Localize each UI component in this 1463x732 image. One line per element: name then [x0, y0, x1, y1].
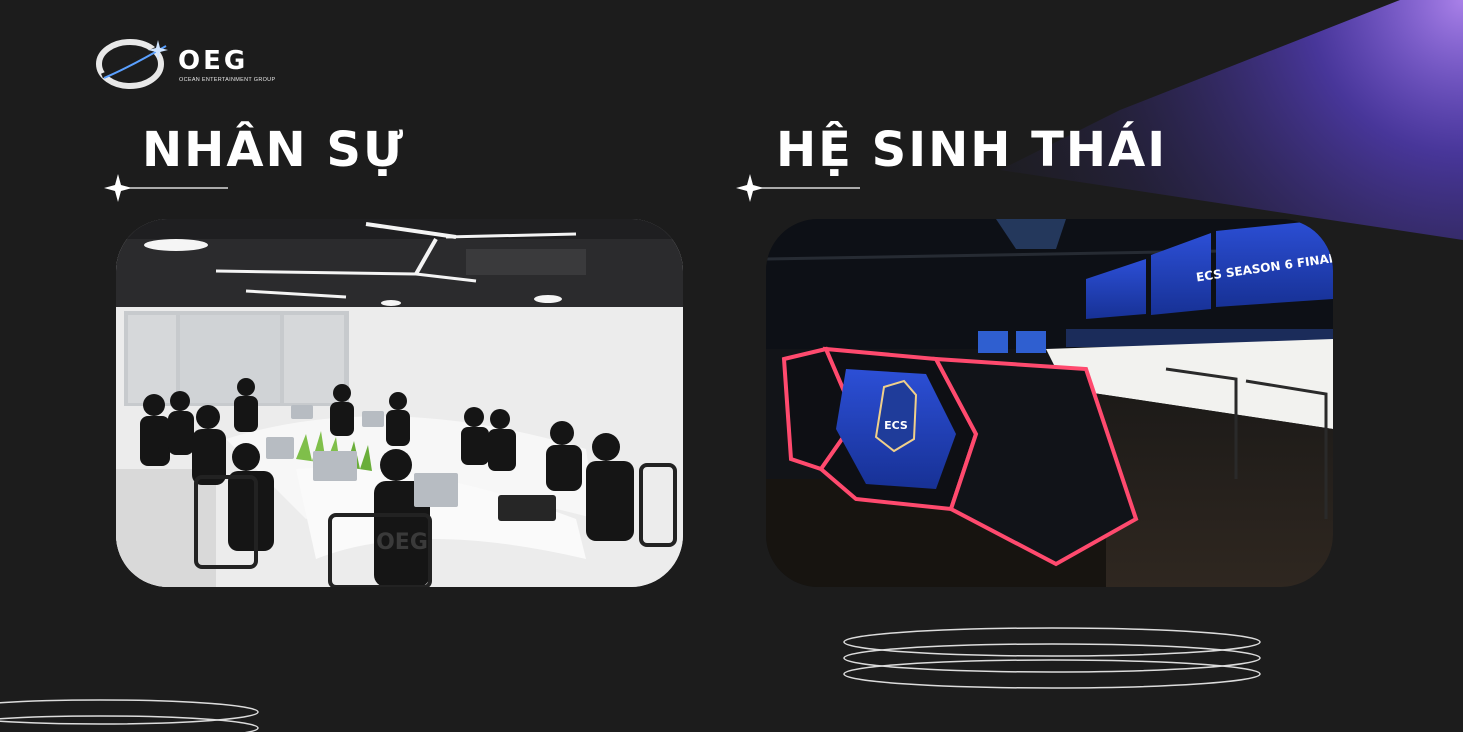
logo-subtitle: OCEAN ENTERTAINMENT GROUP	[179, 77, 276, 83]
sparkle-underline-decoration	[736, 174, 860, 202]
oeg-logo: OEG OCEAN ENTERTAINMENT GROUP	[96, 36, 296, 96]
chair-print-text: OEG	[376, 530, 428, 555]
ring-lines-decoration	[843, 627, 1261, 689]
ecs-badge-text: ECS	[884, 419, 908, 432]
sparkle-icon	[736, 174, 764, 202]
logo-mark-icon	[96, 39, 168, 89]
logo-wordmark: OEG	[178, 46, 249, 76]
esports-stage-photo: ECS SEASON 6 FINALS ECS	[766, 219, 1333, 587]
sparkle-underline-decoration	[104, 174, 228, 202]
office-meeting-photo: OEG	[116, 219, 683, 587]
sparkle-icon	[104, 174, 132, 202]
ring-lines-decoration	[0, 699, 259, 732]
